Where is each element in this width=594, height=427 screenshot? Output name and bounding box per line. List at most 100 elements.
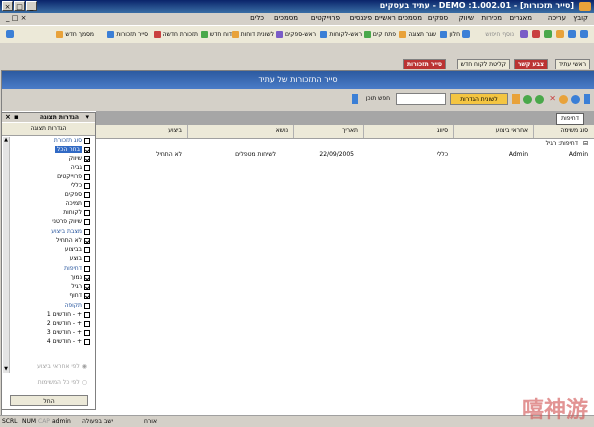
add-icon[interactable] bbox=[535, 95, 544, 104]
column-header-category[interactable]: סיווג bbox=[437, 127, 448, 134]
scroll-down-icon[interactable]: ▼ bbox=[3, 366, 9, 373]
column-header-date[interactable]: תאריך bbox=[342, 127, 358, 134]
tree-item-period-4[interactable]: 4 חודשים - + bbox=[47, 338, 90, 346]
tree-item-done[interactable]: בוצע bbox=[70, 255, 90, 263]
toolbar-send-view-button[interactable]: שגר תצוגה bbox=[399, 29, 436, 40]
settings-tab-button[interactable]: לשונית הגדרות bbox=[450, 93, 508, 105]
tab-contact[interactable]: צבע קשר bbox=[513, 59, 548, 69]
menu-finance[interactable]: פיננסים bbox=[350, 14, 372, 22]
column-header-type[interactable]: סוג משימה bbox=[560, 127, 588, 134]
dropdown-icon[interactable] bbox=[6, 30, 14, 38]
checkbox[interactable] bbox=[84, 338, 90, 345]
checkbox[interactable] bbox=[84, 191, 90, 198]
tree-item-urgent[interactable]: דחוף bbox=[69, 292, 90, 300]
tab-main[interactable]: ראשי עתיד bbox=[554, 59, 590, 69]
search-input[interactable] bbox=[396, 93, 446, 105]
tree-item-in-progress[interactable]: בביצוע bbox=[65, 246, 90, 254]
column-divider[interactable] bbox=[187, 125, 188, 138]
apply-button[interactable]: החל bbox=[10, 395, 88, 406]
tree-item-select-all[interactable]: בחר הכל bbox=[54, 146, 90, 154]
tree-group-status[interactable]: מצבת ביצוע bbox=[51, 228, 90, 236]
toolbar-new-report-button[interactable]: דוח חדש bbox=[200, 29, 232, 40]
toolbar-new-document-button[interactable]: מסמך חדש bbox=[56, 29, 94, 40]
checkbox[interactable] bbox=[84, 329, 90, 336]
menu-documents[interactable]: מסמכים bbox=[274, 14, 298, 22]
toolbar-reports-tab-button[interactable]: לשונית דוחות bbox=[231, 29, 274, 40]
menu-marketing[interactable]: שיווק bbox=[459, 14, 474, 22]
tree-item-suppliers[interactable]: ספקים bbox=[65, 191, 90, 199]
tree-item-low[interactable]: נמוך bbox=[71, 274, 90, 282]
star-icon[interactable] bbox=[559, 95, 568, 104]
menu-projects[interactable]: פרוייקטים bbox=[311, 14, 340, 22]
checkbox[interactable] bbox=[84, 137, 90, 144]
search-hint[interactable]: נוסף חיפוש bbox=[476, 29, 514, 40]
tab-new-customer[interactable]: קליטת לקוח חדש bbox=[456, 59, 510, 69]
toolbar-open-file-button[interactable]: פתח קים bbox=[363, 29, 396, 40]
vertical-scrollbar[interactable]: ▲ ▼ bbox=[3, 137, 10, 373]
table-row[interactable]: Admin Admin כללי 22/09/2005 לשיחות מטפלי… bbox=[96, 150, 594, 160]
checkbox[interactable] bbox=[84, 228, 90, 235]
refresh-icon[interactable] bbox=[544, 30, 552, 38]
scroll-up-icon[interactable]: ▲ bbox=[3, 137, 9, 144]
toolbar-new-reminder-button[interactable]: תזכורת חדשה bbox=[153, 29, 198, 40]
tree-group-reminder-type[interactable]: סוג תזכורת bbox=[54, 137, 90, 145]
checkbox[interactable] bbox=[84, 200, 90, 207]
menu-file[interactable]: קובץ bbox=[573, 14, 588, 22]
maximize-window-button[interactable]: □ bbox=[14, 1, 25, 11]
arrow-right-icon[interactable] bbox=[580, 30, 588, 38]
menu-tools[interactable]: כלים bbox=[250, 14, 264, 22]
column-header-owner[interactable]: אחראי ביצוע bbox=[496, 127, 528, 134]
tree-item-support[interactable]: תמיכה bbox=[66, 200, 90, 208]
column-divider[interactable] bbox=[453, 125, 454, 138]
tree-item-period-3[interactable]: 3 חודשים - + bbox=[47, 329, 90, 337]
tree-item-projects[interactable]: פרוייקטים bbox=[57, 173, 90, 181]
radio-by-all-tasks[interactable]: לפי כל המשימות ○ bbox=[38, 379, 87, 386]
column-divider[interactable] bbox=[363, 125, 364, 138]
checkbox[interactable] bbox=[84, 155, 90, 162]
checkbox[interactable] bbox=[84, 302, 90, 309]
play-icon[interactable] bbox=[571, 95, 580, 104]
menu-edit[interactable]: עריכה bbox=[548, 14, 566, 22]
tree-item-general[interactable]: כללי bbox=[71, 182, 90, 190]
pin-icon[interactable]: ▪ bbox=[14, 113, 19, 121]
checkbox[interactable] bbox=[84, 182, 90, 189]
checkbox[interactable] bbox=[84, 164, 90, 171]
search-icon[interactable] bbox=[352, 94, 358, 104]
column-header-subject[interactable]: נושא bbox=[276, 127, 288, 134]
tree-item-customers[interactable]: לקוחות bbox=[63, 209, 90, 217]
add-subtask-icon[interactable] bbox=[523, 95, 532, 104]
group-row[interactable]: ⊟ דחיפות: רגיל bbox=[96, 138, 594, 149]
tree-item-not-started[interactable]: לא התחיל bbox=[56, 237, 90, 245]
tree-item-normal[interactable]: רגיל bbox=[71, 283, 90, 291]
column-divider[interactable] bbox=[293, 125, 294, 138]
toolbar-customers-button[interactable]: ראש-לקוחות bbox=[320, 29, 362, 40]
checkbox[interactable] bbox=[84, 237, 90, 244]
close-window-button[interactable]: × bbox=[2, 1, 13, 11]
menu-sales[interactable]: מכירות bbox=[482, 14, 502, 22]
menu-databases[interactable]: מאגרים bbox=[510, 14, 532, 22]
tree-item-personal-marketing[interactable]: שיווק פרטני bbox=[52, 218, 90, 226]
tree-item-period-2[interactable]: 2 חודשים - + bbox=[47, 320, 90, 328]
minimize-window-button[interactable]: _ bbox=[26, 1, 37, 11]
print-icon[interactable] bbox=[520, 30, 528, 38]
checkbox[interactable] bbox=[84, 246, 90, 253]
toolbar-suppliers-button[interactable]: ראש-ספקים bbox=[275, 29, 316, 40]
collapse-icon[interactable]: ⊟ bbox=[583, 140, 588, 147]
settings-icon[interactable] bbox=[462, 30, 470, 38]
tree-item-collection[interactable]: גביה bbox=[71, 164, 90, 172]
menu-main-documents[interactable]: מסמכים ראשיים bbox=[374, 14, 422, 22]
menu-suppliers[interactable]: ספקים bbox=[428, 14, 448, 22]
checkbox[interactable] bbox=[84, 218, 90, 225]
checkbox[interactable] bbox=[84, 265, 90, 272]
checkbox[interactable] bbox=[84, 146, 90, 153]
arrow-left-icon[interactable] bbox=[568, 30, 576, 38]
checkbox[interactable] bbox=[84, 255, 90, 262]
tree-group-period[interactable]: תקופה bbox=[64, 302, 90, 310]
lock-icon[interactable] bbox=[512, 94, 520, 104]
column-header-status[interactable]: ביצוע bbox=[168, 127, 182, 134]
mdi-controls[interactable]: _ □ × bbox=[6, 14, 26, 22]
checkbox[interactable] bbox=[84, 209, 90, 216]
tree-item-period-1[interactable]: 1 חודשים - + bbox=[47, 311, 90, 319]
delete-icon[interactable]: ✕ bbox=[549, 95, 556, 103]
close-panel-icon[interactable]: × bbox=[5, 113, 11, 121]
